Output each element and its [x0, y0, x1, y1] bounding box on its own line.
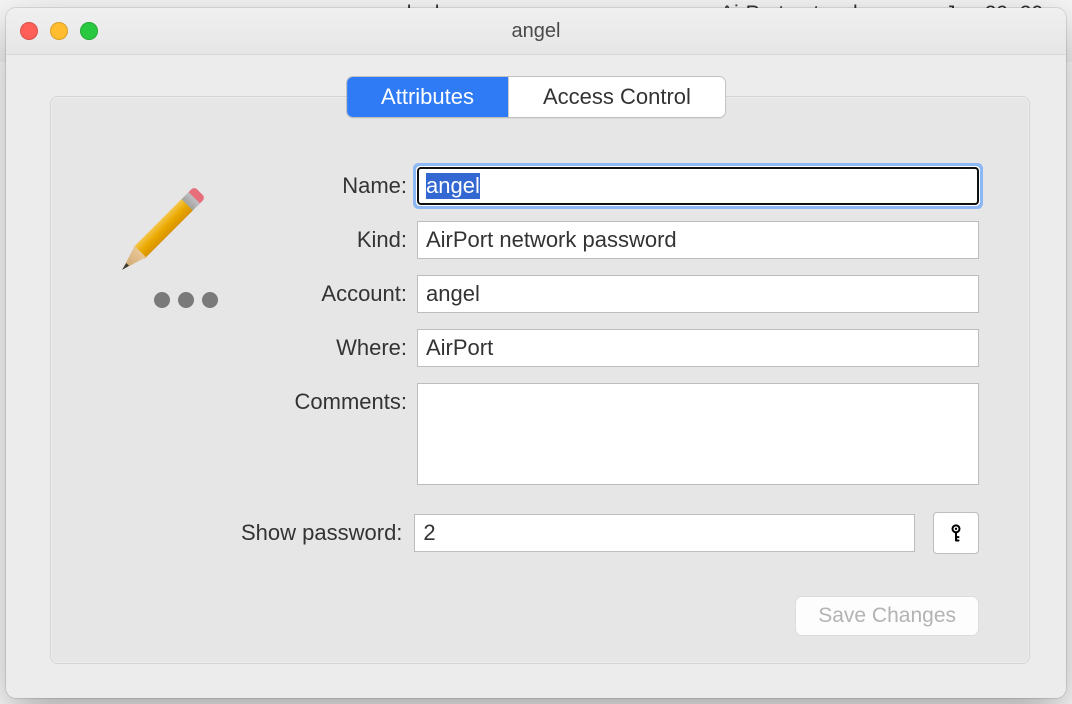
- item-icon: [111, 162, 251, 322]
- password-assistant-button[interactable]: [933, 512, 979, 554]
- show-password-label: Show password:: [241, 520, 402, 546]
- password-dots-icon: [154, 292, 218, 308]
- comments-label: Comments:: [241, 383, 417, 415]
- pencil-icon: [116, 186, 205, 275]
- password-field[interactable]: [414, 514, 915, 552]
- window-controls: [20, 22, 98, 40]
- tab-access-control[interactable]: Access Control: [508, 77, 725, 117]
- keychain-item-window: angel Name: Kind:: [6, 8, 1066, 698]
- close-window-button[interactable]: [20, 22, 38, 40]
- key-icon: [946, 523, 966, 543]
- name-label: Name:: [241, 173, 417, 199]
- zoom-window-button[interactable]: [80, 22, 98, 40]
- account-label: Account:: [241, 281, 417, 307]
- kind-field[interactable]: [417, 221, 979, 259]
- where-field[interactable]: [417, 329, 979, 367]
- save-changes-button[interactable]: Save Changes: [795, 596, 979, 636]
- where-label: Where:: [241, 335, 417, 361]
- tab-attributes[interactable]: Attributes: [347, 77, 508, 117]
- window-title: angel: [512, 20, 561, 43]
- comments-field[interactable]: [417, 383, 979, 485]
- attributes-form: Name: Kind: Account: Where:: [241, 167, 979, 570]
- minimize-window-button[interactable]: [50, 22, 68, 40]
- content-panel: Name: Kind: Account: Where:: [50, 96, 1030, 664]
- tab-bar: Attributes Access Control: [346, 76, 726, 118]
- name-field[interactable]: [417, 167, 979, 205]
- account-field[interactable]: [417, 275, 979, 313]
- titlebar: angel: [6, 8, 1066, 55]
- kind-label: Kind:: [241, 227, 417, 253]
